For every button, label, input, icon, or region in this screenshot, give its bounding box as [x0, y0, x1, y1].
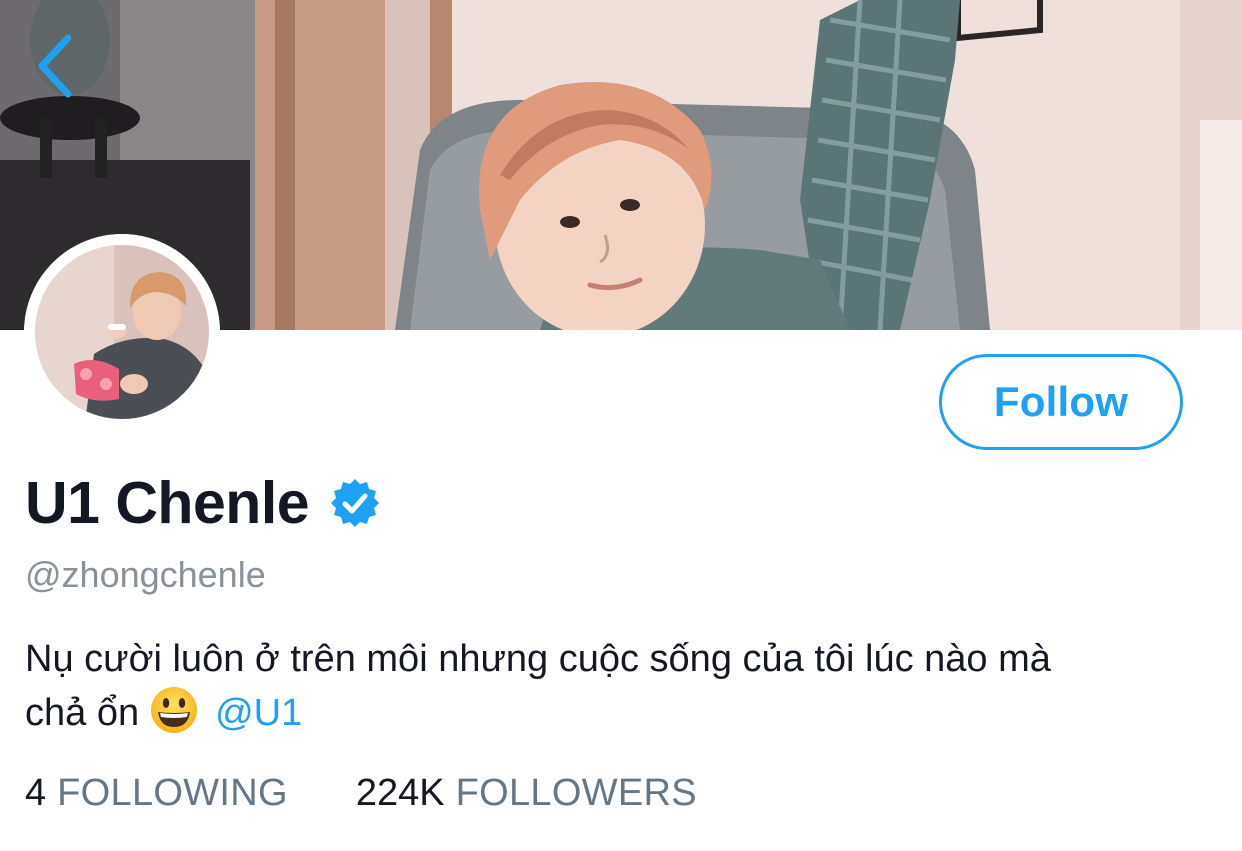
profile-page: Follow U1 Chenle @zhongchenle Nụ cười lu… — [0, 0, 1242, 851]
bio-line-2: chả ổn — [25, 692, 140, 734]
profile-handle: @zhongchenle — [25, 554, 266, 595]
avatar[interactable] — [24, 234, 220, 430]
display-name: U1 Chenle — [25, 470, 310, 536]
chevron-left-icon — [38, 34, 72, 98]
follow-button[interactable]: Follow — [939, 354, 1183, 450]
grinning-face-emoji-icon — [149, 685, 199, 735]
following-stat[interactable]: 4 FOLLOWING — [25, 768, 288, 818]
profile-bio: Nụ cười luôn ở trên môi nhưng cuộc sống … — [25, 634, 1215, 739]
profile-stats: 4 FOLLOWING 224K FOLLOWERS — [25, 768, 697, 818]
following-label: FOLLOWING — [57, 772, 288, 814]
followers-label: FOLLOWERS — [455, 772, 697, 814]
verified-badge-icon — [329, 477, 381, 529]
followers-stat[interactable]: 224K FOLLOWERS — [356, 768, 697, 818]
back-button[interactable] — [28, 30, 88, 102]
profile-name-row: U1 Chenle — [25, 466, 381, 540]
bio-line-2-row: chả ổn @U1 — [25, 685, 1215, 739]
bio-mention-link[interactable]: @U1 — [215, 692, 302, 734]
following-count: 4 — [25, 772, 47, 814]
bio-line-1: Nụ cười luôn ở trên môi nhưng cuộc sống … — [25, 638, 1051, 680]
followers-count: 224K — [355, 772, 445, 814]
